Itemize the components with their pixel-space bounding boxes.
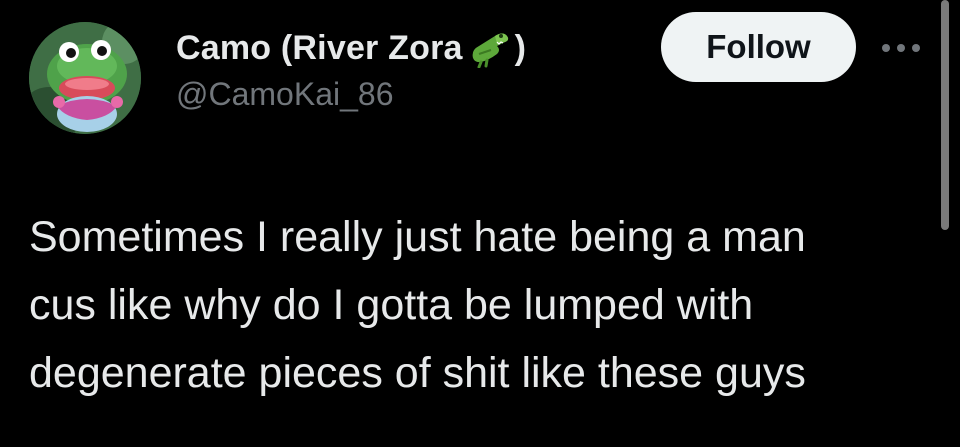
author-display-name-suffix: ): [514, 28, 526, 67]
tweet-text-line: Sometimes I really just hate being a man: [29, 213, 806, 261]
follow-button[interactable]: Follow: [661, 12, 856, 82]
author-display-name[interactable]: Camo (River Zora: [176, 29, 463, 68]
more-horizontal-icon: [882, 44, 920, 52]
author-name-row[interactable]: Camo (River Zora ): [176, 24, 526, 72]
tweet-text-line: cus like why do I gotta be lumped with: [29, 281, 754, 329]
tweet-text: Sometimes I really just hate being a man…: [29, 203, 929, 407]
avatar[interactable]: [29, 22, 141, 134]
tweet-text-line: degenerate pieces of shit like these guy…: [29, 349, 806, 397]
author-handle[interactable]: @CamoKai_86: [176, 76, 393, 113]
scrollbar-thumb[interactable]: [941, 0, 949, 230]
frog-avatar-icon: [29, 22, 141, 134]
more-options-button[interactable]: [876, 30, 926, 66]
crocodile-emoji-icon: [467, 28, 513, 69]
